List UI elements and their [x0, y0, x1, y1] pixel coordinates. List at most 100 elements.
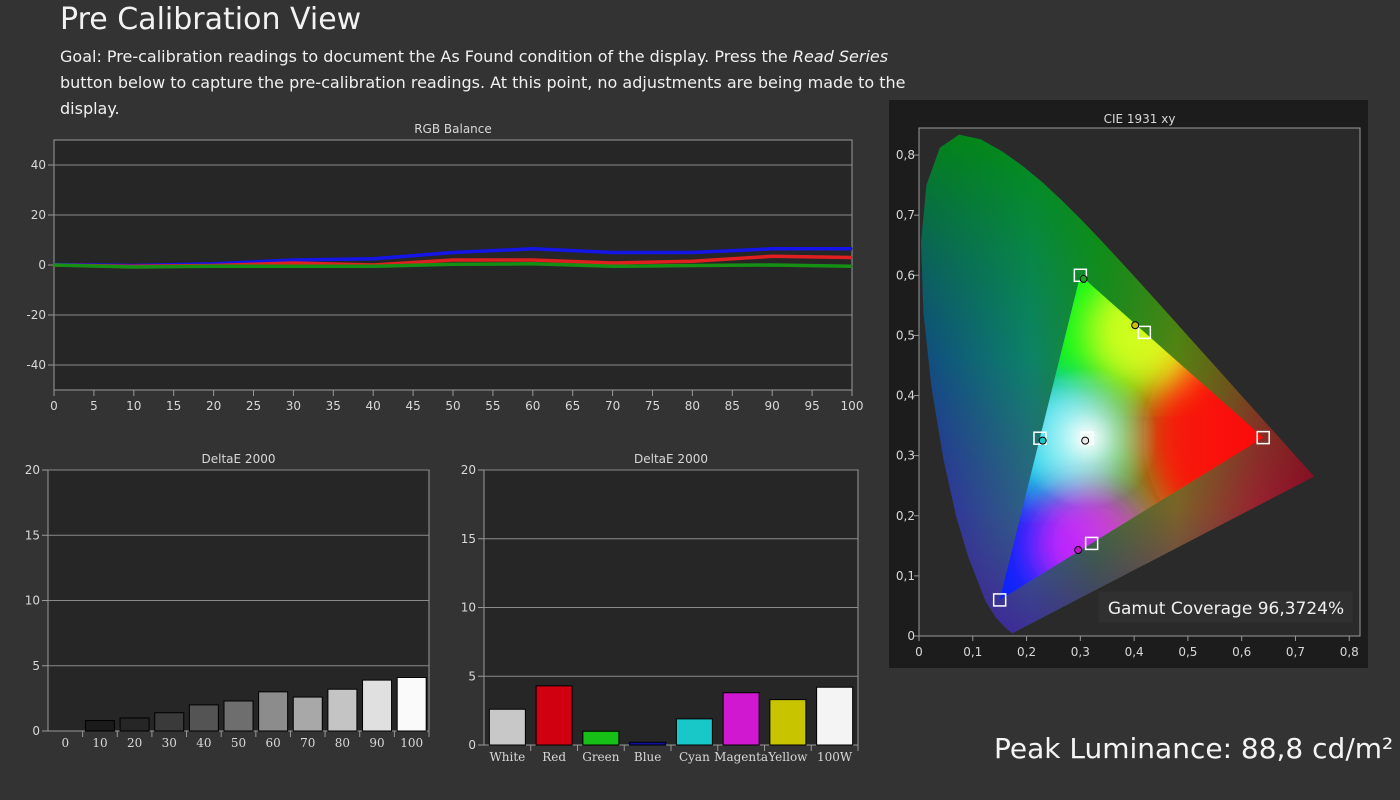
cie-y-tick-label: 0,5 — [896, 328, 915, 342]
rgb-series-point — [292, 262, 294, 264]
rgb-x-tick-label: 90 — [765, 399, 780, 413]
deltae-colors-bar — [769, 699, 807, 746]
deltae-grayscale-category-label: 80 — [335, 736, 350, 750]
rgb-y-tick-label: -40 — [26, 358, 46, 372]
deltae-colors-chart-title: DeltaE 2000 — [634, 452, 708, 466]
rgb-series-point — [372, 258, 374, 260]
rgb-x-tick-label: 55 — [485, 399, 500, 413]
cie-y-tick-label: 0,8 — [896, 148, 915, 162]
rgb-series-point — [292, 265, 294, 267]
rgb-y-tick-label: 40 — [31, 158, 46, 172]
rgb-x-tick-label: 15 — [166, 399, 181, 413]
cie-y-tick-label: 0 — [907, 629, 915, 643]
deltae-colors-bar — [488, 708, 526, 746]
cie-y-tick-label: 0,2 — [896, 509, 915, 523]
cie-x-tick-label: 0,8 — [1340, 645, 1359, 659]
rgb-series-point — [213, 265, 215, 267]
rgb-x-tick-label: 100 — [841, 399, 864, 413]
deltae-colors-category-label: Green — [582, 750, 620, 764]
deltae-grayscale-category-label: 10 — [92, 736, 107, 750]
cie-y-tick-label: 0,3 — [896, 449, 915, 463]
cie-measured-point — [1074, 546, 1083, 555]
deltae-colors-bar — [816, 686, 854, 746]
rgb-series-point — [691, 260, 693, 262]
cie-x-tick-label: 0,2 — [1017, 645, 1036, 659]
rgb-x-tick-label: 95 — [804, 399, 819, 413]
deltae-colors-y-tick-label: 20 — [461, 463, 476, 477]
deltae-grayscale-category-label: 20 — [127, 736, 142, 750]
cie-x-tick-label: 0,1 — [963, 645, 982, 659]
rgb-x-tick-label: 40 — [366, 399, 381, 413]
rgb-x-tick-label: 75 — [645, 399, 660, 413]
deltae-grayscale-bar — [327, 688, 358, 732]
cie-x-tick-label: 0,4 — [1125, 645, 1144, 659]
deltae-grayscale-category-label: 70 — [300, 736, 315, 750]
deltae-grayscale-bar — [396, 676, 427, 732]
deltae-colors-category-label: White — [489, 750, 525, 764]
deltae-grayscale-category-label: 40 — [196, 736, 211, 750]
charts-canvas: RGB Balance 40 20 0 -20 -40 0 5 10 15 20 25 30 35 40 45… — [25, 100, 1368, 764]
rgb-series-point — [771, 248, 773, 250]
rgb-x-tick-label: 10 — [126, 399, 141, 413]
rgb-y-tick-label: -20 — [26, 308, 46, 322]
deltae-colors-bar — [535, 685, 573, 746]
deltae-colors-category-label: Yellow — [767, 750, 808, 764]
deltae-colors-y-tick-label: 15 — [461, 532, 476, 546]
deltae-colors-y-tick-label: 5 — [468, 669, 476, 683]
rgb-x-tick-label: 0 — [50, 399, 58, 413]
deltae-colors-bar — [582, 730, 620, 746]
cie-x-tick-label: 0,7 — [1286, 645, 1305, 659]
cie-y-tick-label: 0,7 — [896, 208, 915, 222]
rgb-series-point — [771, 255, 773, 257]
rgb-series-point — [851, 265, 853, 267]
deltae-grayscale-bar — [119, 717, 150, 732]
deltae-grayscale-y-tick-label: 5 — [32, 659, 40, 673]
rgb-series-point — [771, 264, 773, 266]
cie-x-tick-label: 0,5 — [1178, 645, 1197, 659]
deltae-grayscale-bar — [154, 712, 185, 732]
rgb-series-point — [612, 262, 614, 264]
rgb-series-point — [612, 252, 614, 253]
cie-x-tick-label: 0,6 — [1232, 645, 1251, 659]
deltae-grayscale-y-tick-label: 0 — [32, 724, 40, 738]
cie-x-tick-label: 0,3 — [1071, 645, 1090, 659]
rgb-series-point — [532, 248, 534, 250]
deltae-grayscale-y-tick-label: 15 — [25, 528, 40, 542]
rgb-series-point — [851, 257, 853, 258]
rgb-series-point — [532, 259, 534, 261]
cie-measured-point — [1131, 321, 1140, 330]
rgb-series-point — [612, 265, 614, 267]
rgb-series-point — [452, 259, 454, 261]
rgb-x-tick-label: 70 — [605, 399, 620, 413]
deltae-colors-bar — [722, 692, 760, 746]
deltae-grayscale-chart-title: DeltaE 2000 — [202, 452, 276, 466]
rgb-series-point — [53, 264, 55, 266]
rgb-x-tick-label: 35 — [326, 399, 341, 413]
deltae-grayscale-y-tick-label: 20 — [25, 463, 40, 477]
rgb-x-tick-label: 30 — [286, 399, 301, 413]
deltae-grayscale-category-label: 50 — [231, 736, 246, 750]
rgb-series-point — [452, 252, 454, 253]
peak-luminance: Peak Luminance: 88,8 cd/m² — [994, 732, 1394, 765]
rgb-x-tick-label: 5 — [90, 399, 98, 413]
rgb-series-point — [372, 265, 374, 267]
deltae-grayscale-category-label: 60 — [265, 736, 280, 750]
cie-y-tick-label: 0,4 — [896, 389, 915, 403]
rgb-y-tick-label: 0 — [38, 258, 46, 272]
cie-measured-point — [1079, 274, 1088, 283]
deltae-grayscale-bar — [223, 700, 254, 732]
rgb-x-tick-label: 25 — [246, 399, 261, 413]
deltae-colors-category-label: Blue — [634, 750, 662, 764]
gamut-coverage-label: Gamut Coverage 96,3724% — [1108, 599, 1344, 619]
rgb-series-point — [133, 266, 135, 268]
cie-y-tick-label: 0,6 — [896, 268, 915, 282]
deltae-colors-y-tick-label: 0 — [468, 738, 476, 752]
rgb-x-tick-label: 45 — [405, 399, 420, 413]
rgb-y-tick-label: 20 — [31, 208, 46, 222]
rgb-series-point — [292, 259, 294, 261]
cie-y-tick-label: 0,1 — [896, 569, 915, 583]
deltae-colors-y-tick-label: 10 — [461, 601, 476, 615]
deltae-colors-bar — [675, 718, 713, 746]
deltae-grayscale-bar — [84, 720, 115, 732]
rgb-x-tick-label: 20 — [206, 399, 221, 413]
